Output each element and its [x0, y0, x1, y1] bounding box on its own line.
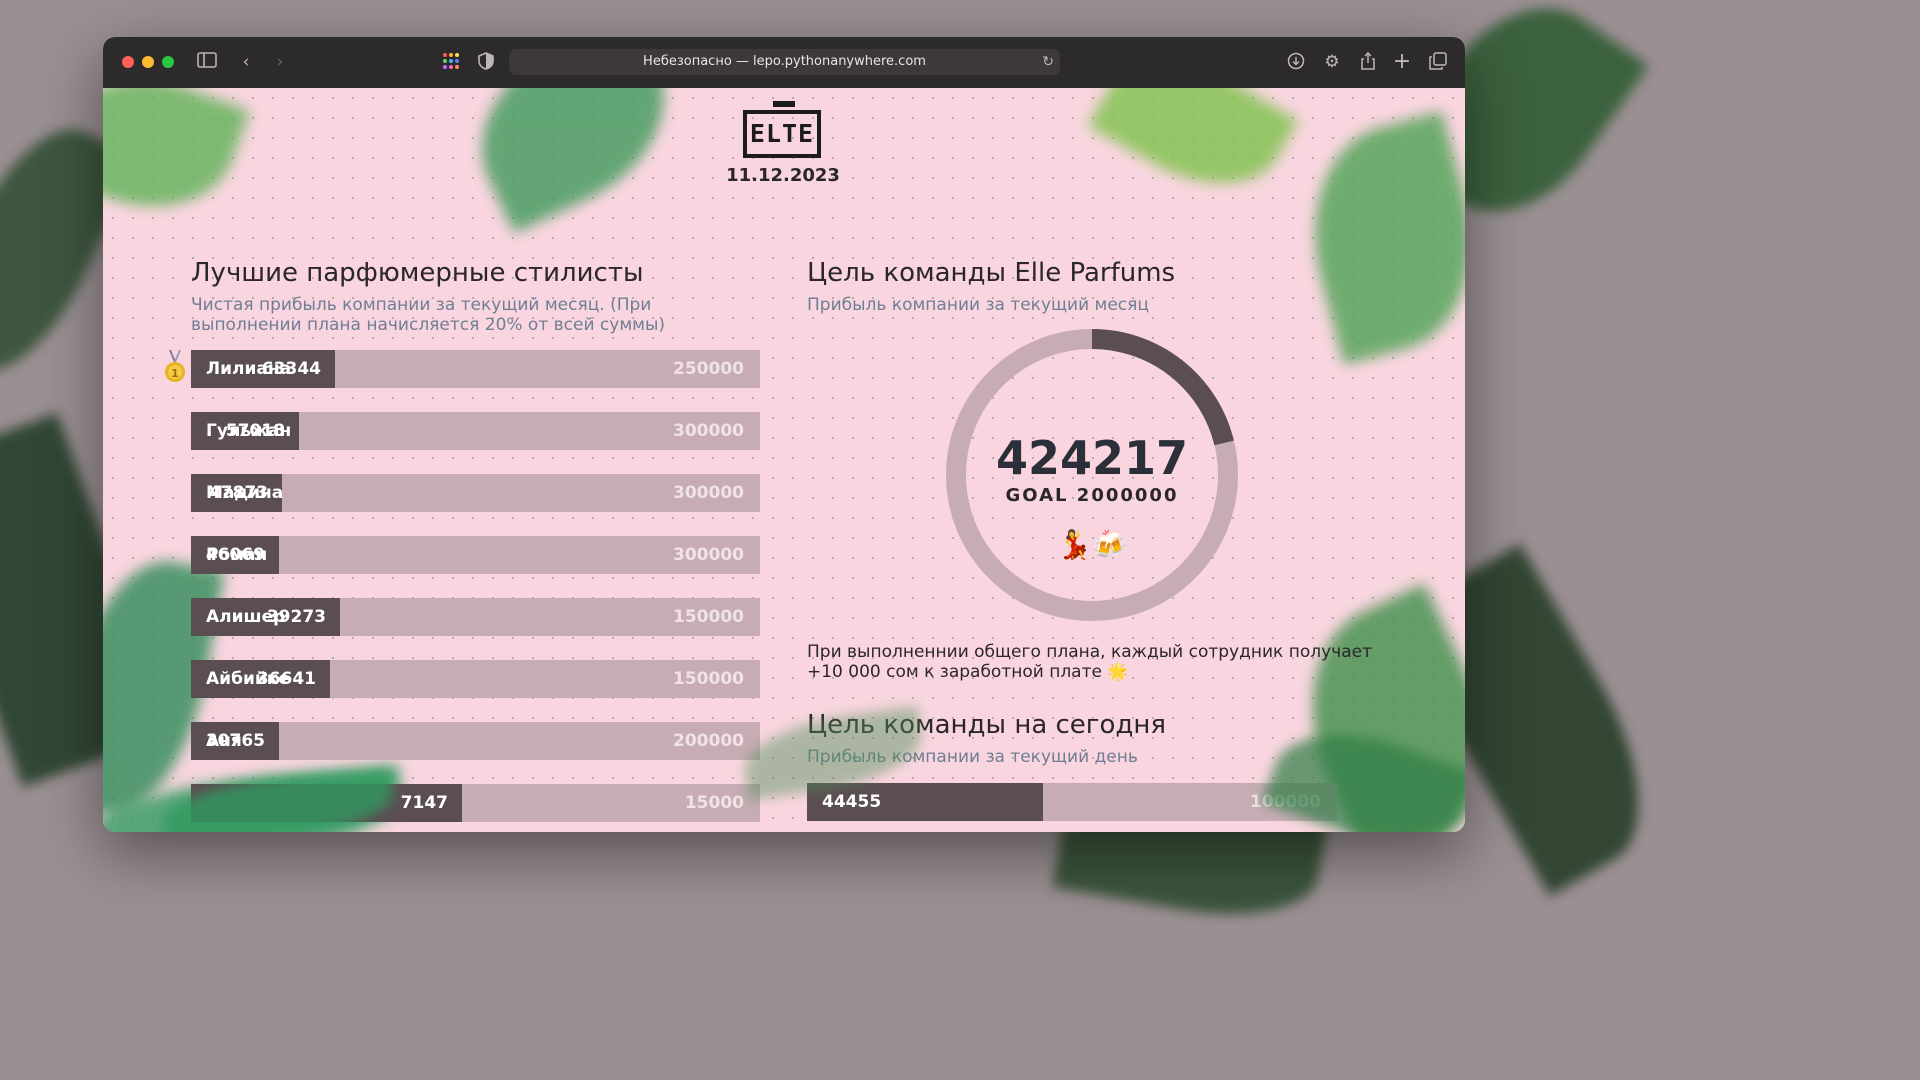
team-goal-target: GOAL 2000000: [1005, 485, 1179, 506]
sidebar-icon[interactable]: [196, 52, 218, 72]
stylist-goal: 300000: [673, 483, 744, 503]
url-text: Небезопасно — lepo.pythonanywhere.com: [643, 54, 926, 69]
stylist-goal: 150000: [673, 669, 744, 689]
share-icon[interactable]: [1357, 51, 1379, 72]
stylists-subtitle: Чистая прибыль компании за текущий месяц…: [191, 295, 666, 335]
stylist-row: Мадина 47873 300000: [191, 474, 760, 512]
stylist-value: 47873: [208, 483, 268, 503]
gold-medal-icon: 1: [163, 350, 187, 384]
browser-toolbar: ‹ › Небезопасно — lepo.pythonanywhere.co…: [103, 37, 1465, 89]
stylist-value: 36641: [256, 669, 316, 689]
stylist-goal: 200000: [673, 731, 744, 751]
stylist-row: Алишер 39273 150000: [191, 598, 760, 636]
bonus-text: При выполненнии общего плана, каждый сот…: [807, 642, 1372, 682]
apps-grid-icon[interactable]: [440, 52, 462, 72]
stylist-value: 57018: [225, 421, 285, 441]
shield-icon[interactable]: [475, 52, 497, 72]
browser-window: ‹ › Небезопасно — lepo.pythonanywhere.co…: [103, 37, 1465, 832]
stylist-value: 30765: [205, 731, 265, 751]
stylist-row: Аня 30765 200000: [191, 722, 760, 760]
minimize-window-button[interactable]: [142, 56, 154, 68]
stylist-goal: 300000: [673, 545, 744, 565]
tab-overview-icon[interactable]: [1427, 52, 1449, 72]
stylist-goal: 300000: [673, 421, 744, 441]
address-bar[interactable]: Небезопасно — lepo.pythonanywhere.com ↻: [509, 49, 1060, 75]
stylist-row: Айбийке 36641 150000: [191, 660, 760, 698]
stylist-row: Гульжан 57018 300000: [191, 412, 760, 450]
settings-gear-icon[interactable]: ⚙: [1321, 52, 1343, 72]
zoom-window-button[interactable]: [162, 56, 174, 68]
leaf-decoration: [1087, 88, 1299, 216]
back-icon[interactable]: ‹: [235, 52, 257, 72]
stylist-value: 39273: [266, 607, 326, 627]
reload-icon[interactable]: ↻: [1042, 49, 1054, 75]
download-icon[interactable]: [1285, 52, 1307, 72]
stylist-goal: 15000: [684, 793, 744, 813]
stylist-value: 46069: [205, 545, 265, 565]
forward-icon[interactable]: ›: [269, 52, 291, 72]
report-date: 11.12.2023: [726, 165, 840, 186]
leaf-decoration: [450, 88, 696, 234]
close-window-button[interactable]: [122, 56, 134, 68]
today-goal-value: 44455: [822, 792, 882, 812]
svg-text:1: 1: [171, 367, 179, 380]
stylist-row: Роман 46069 300000: [191, 536, 760, 574]
logo: ELTE: [743, 110, 821, 158]
stylist-goal: 150000: [673, 607, 744, 627]
team-goal-title: Цель команды Elle Parfums: [807, 258, 1176, 288]
stylist-value: 63344: [261, 359, 321, 379]
leaf-decoration: [1287, 111, 1465, 365]
new-tab-icon[interactable]: +: [1391, 51, 1413, 73]
stylist-goal: 250000: [673, 359, 744, 379]
dancer-beer-emoji: 💃🍻: [1057, 528, 1127, 561]
stylist-row: Лилиана 63344 250000: [191, 350, 760, 388]
leaf-decoration: [103, 88, 251, 234]
team-goal-current: 424217: [995, 431, 1189, 485]
page-content: ELTE 11.12.2023 Лучшие парфюмерные стили…: [103, 88, 1465, 832]
stylists-title: Лучшие парфюмерные стилисты: [191, 258, 644, 288]
team-goal-subtitle: Прибыль компании за текущий месяц: [807, 295, 1149, 315]
today-goal-bar: 44455 100000: [807, 783, 1337, 821]
logo-cap: [773, 101, 795, 107]
